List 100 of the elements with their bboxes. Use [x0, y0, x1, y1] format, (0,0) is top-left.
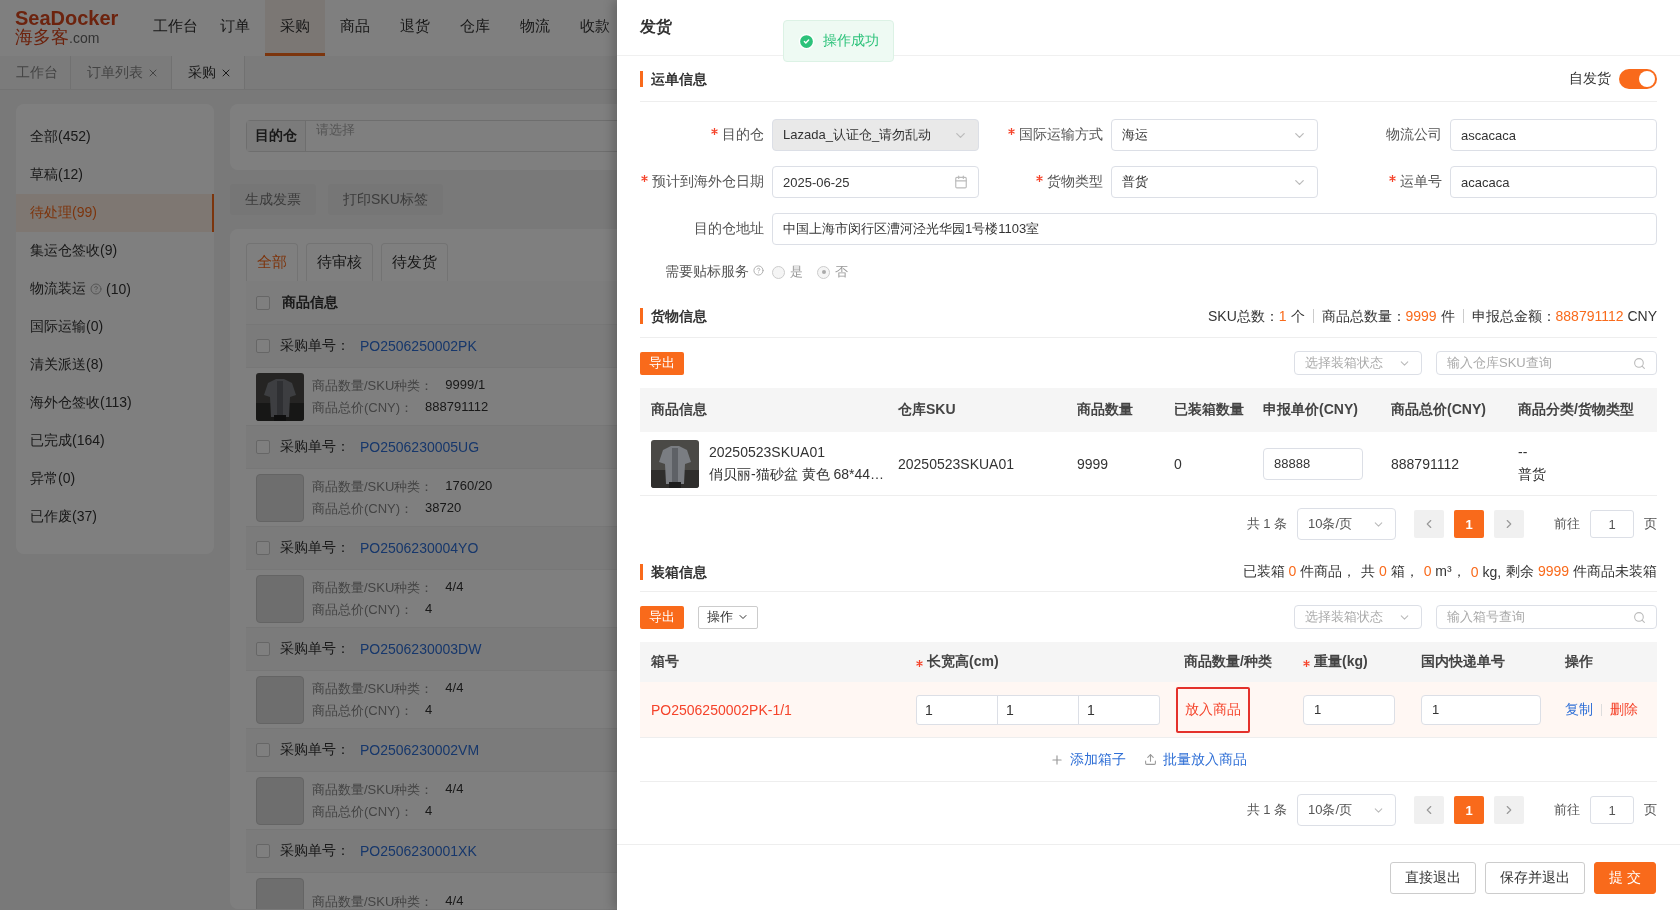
- toggle-switch[interactable]: [1619, 68, 1657, 89]
- column-header: 重量(kg): [1292, 642, 1410, 682]
- table-cell: 20250523SKUA01: [898, 455, 1014, 472]
- column-header: 商品数量: [1066, 388, 1163, 432]
- prev-page-button[interactable]: [1414, 510, 1444, 538]
- order-number-link[interactable]: PO2506230004YO: [360, 540, 479, 556]
- add-link[interactable]: 添加箱子: [1050, 750, 1126, 769]
- checkbox[interactable]: [256, 295, 270, 310]
- order-number-link[interactable]: PO2506230002VM: [360, 742, 480, 758]
- column-header: 商品总价(CNY): [1380, 388, 1507, 432]
- operations-dropdown[interactable]: 操作: [698, 605, 758, 629]
- checkbox[interactable]: [256, 844, 270, 858]
- radio-option[interactable]: 是: [772, 263, 803, 281]
- order-label: 采购单号：: [280, 438, 350, 456]
- column-header: 商品数量/种类: [1173, 642, 1292, 682]
- add-link[interactable]: 批量放入商品: [1144, 750, 1247, 769]
- quantity-label: 商品数量/SKU种类：: [312, 477, 434, 496]
- page-tab[interactable]: 采购: [172, 56, 245, 89]
- radio-option[interactable]: 否: [817, 263, 848, 281]
- page-number[interactable]: 1: [1454, 510, 1484, 538]
- order-number-link[interactable]: PO2506230005UG: [360, 439, 480, 455]
- checkbox[interactable]: [256, 642, 270, 656]
- price-input[interactable]: 88888: [1263, 447, 1363, 480]
- summary-text: 剩余 9999 件商品未装箱: [1506, 562, 1657, 581]
- delete-link[interactable]: 删除: [1610, 700, 1638, 719]
- checkbox[interactable]: [256, 743, 270, 757]
- footer-button[interactable]: 保存并退出: [1485, 861, 1586, 894]
- date-field[interactable]: 2025-06-25: [772, 166, 979, 198]
- sidebar-item[interactable]: 物流装运 (10): [16, 270, 214, 308]
- nav-item[interactable]: 商品: [325, 0, 385, 56]
- sidebar-item[interactable]: 草稿(12): [16, 156, 214, 194]
- help-icon: [90, 283, 102, 295]
- sidebar-item[interactable]: 全部(452): [16, 118, 214, 156]
- put-goods-button[interactable]: 放入商品: [1176, 686, 1250, 733]
- text-field[interactable]: ascacaca: [1450, 119, 1657, 151]
- goto-page-input[interactable]: 1: [1590, 796, 1634, 824]
- column-header: 商品分类/货物类型: [1507, 388, 1657, 432]
- text-field[interactable]: 中国上海市闵行区漕河泾光华园1号楼1103室: [772, 213, 1657, 245]
- quantity-label: 商品数量/SKU种类：: [312, 578, 434, 597]
- text-field[interactable]: acacaca: [1450, 166, 1657, 198]
- checkbox[interactable]: [256, 339, 270, 353]
- page-number[interactable]: 1: [1454, 796, 1484, 824]
- required-icon: [1036, 175, 1043, 182]
- search-field[interactable]: 输入箱号查询: [1436, 605, 1657, 629]
- toast-message: 操作成功: [823, 32, 879, 50]
- status-select[interactable]: 选择装箱状态: [1294, 605, 1422, 629]
- copy-link[interactable]: 复制: [1565, 700, 1593, 719]
- sidebar-item[interactable]: 清关派送(8): [16, 346, 214, 384]
- order-number-link[interactable]: PO2506250002PK: [360, 338, 477, 354]
- goto-page-input[interactable]: 1: [1590, 510, 1634, 538]
- sku-code: 20250523SKUA01: [709, 443, 826, 460]
- total-count: 共 1 条: [1246, 801, 1287, 819]
- order-number-link[interactable]: PO2506230001XK: [360, 843, 477, 859]
- summary-text: SKU总数：1 个: [1207, 308, 1306, 323]
- weight-input[interactable]: 1: [1303, 694, 1395, 725]
- sidebar-item[interactable]: 集运仓签收(9): [16, 232, 214, 270]
- nav-item[interactable]: 退货: [385, 0, 445, 56]
- footer-button[interactable]: 直接退出: [1390, 861, 1477, 894]
- checkbox[interactable]: [256, 440, 270, 454]
- summary-text: 0 kg,: [1470, 563, 1502, 580]
- search-field[interactable]: 输入仓库SKU查询: [1436, 351, 1657, 375]
- dimensions-field[interactable]: 1 1 1: [916, 694, 1160, 725]
- field-label: 物流公司: [1385, 126, 1442, 144]
- nav-item[interactable]: 物流: [505, 0, 565, 56]
- sidebar-item[interactable]: 已作废(37): [16, 498, 214, 536]
- sidebar-item[interactable]: 已完成(164): [16, 422, 214, 460]
- select-field[interactable]: 海运: [1111, 119, 1318, 151]
- quantity-label: 商品数量/SKU种类：: [312, 376, 434, 395]
- calendar-icon: [954, 175, 968, 189]
- summary-text: 申报总金额：888791112 CNY: [1462, 308, 1657, 323]
- nav-item[interactable]: 仓库: [445, 0, 505, 56]
- next-page-button[interactable]: [1494, 796, 1524, 824]
- select-field[interactable]: 普货: [1111, 166, 1318, 198]
- next-page-button[interactable]: [1494, 510, 1524, 538]
- export-button[interactable]: 导出: [640, 351, 684, 375]
- box-number: PO2506250002PK-1/1: [651, 701, 792, 718]
- page-size-select[interactable]: 10条/页: [1297, 508, 1396, 540]
- price-value: 4: [425, 600, 433, 618]
- submit-button[interactable]: 提 交: [1594, 861, 1656, 894]
- total-count: 共 1 条: [1246, 515, 1287, 533]
- prev-page-button[interactable]: [1414, 796, 1444, 824]
- nav-item[interactable]: 采购: [265, 0, 325, 56]
- checkbox[interactable]: [256, 541, 270, 555]
- status-select[interactable]: 选择装箱状态: [1294, 351, 1422, 375]
- nav-item[interactable]: 工作台: [145, 0, 205, 56]
- export-button[interactable]: 导出: [640, 605, 684, 629]
- tracking-input[interactable]: 1: [1421, 694, 1541, 725]
- page-unit: 页: [1644, 515, 1657, 533]
- sidebar-item[interactable]: 国际运输(0): [16, 308, 214, 346]
- price-value: 4: [425, 701, 433, 719]
- sidebar-item[interactable]: 异常(0): [16, 460, 214, 498]
- required-icon: [1389, 175, 1396, 182]
- nav-item[interactable]: 订单: [205, 0, 265, 56]
- column-title: 商品信息: [282, 293, 338, 312]
- table-cell: 9999: [1077, 455, 1109, 472]
- page-size-select[interactable]: 10条/页: [1297, 794, 1396, 826]
- summary-text: 0 m³，: [1423, 562, 1466, 581]
- sidebar-item[interactable]: 海外仓签收(113): [16, 384, 214, 422]
- plus-icon: [1050, 752, 1064, 767]
- order-number-link[interactable]: PO2506230003DW: [360, 641, 482, 657]
